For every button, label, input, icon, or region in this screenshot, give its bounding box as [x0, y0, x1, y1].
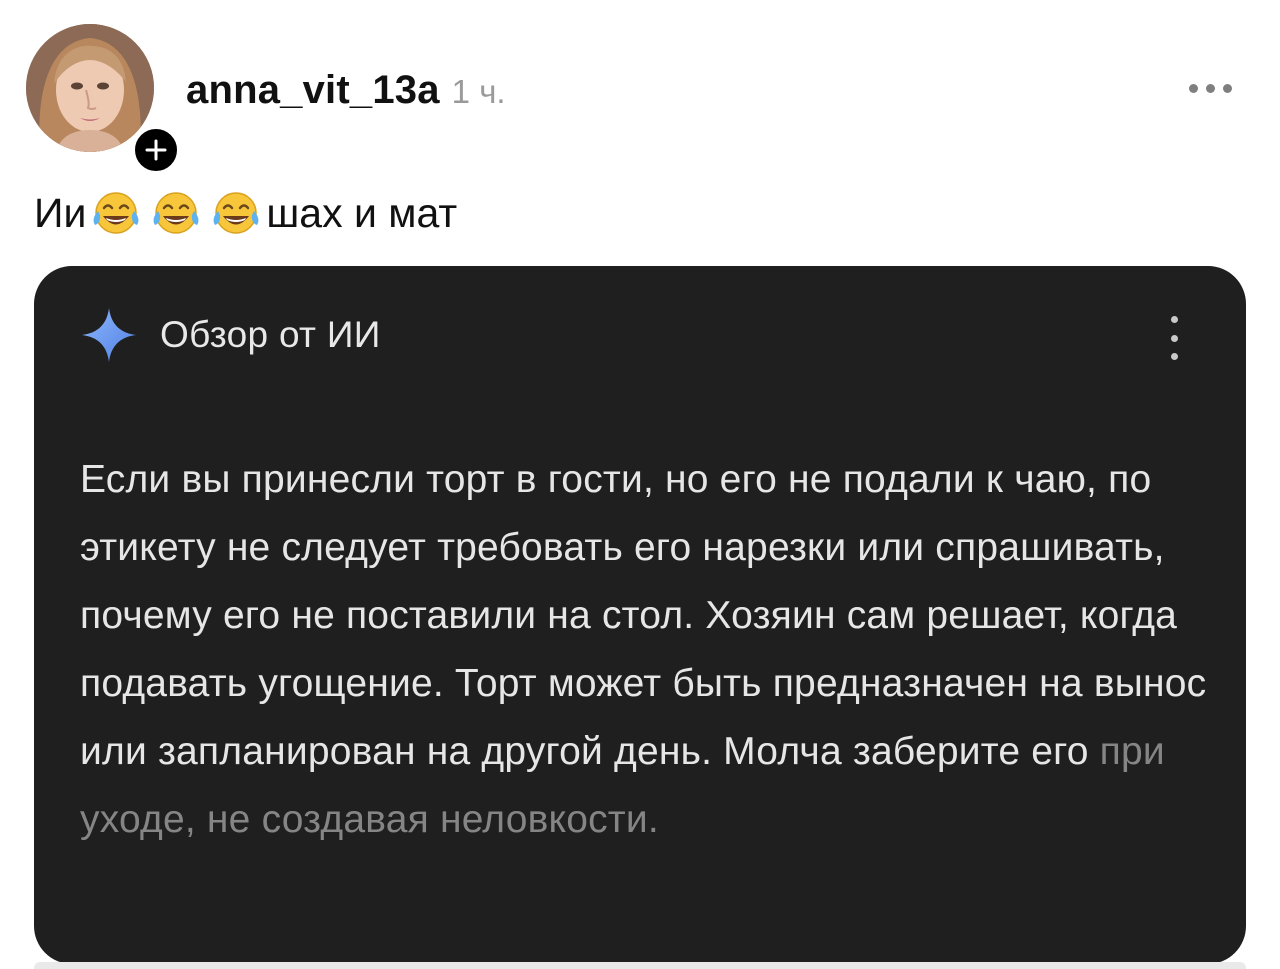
ai-overview-text-main: Если вы принесли торт в гости, но его не… — [80, 458, 1207, 773]
username-link[interactable]: anna_vit_13a — [186, 68, 440, 113]
caption-text-start: Ии — [34, 189, 87, 236]
next-card-edge — [34, 962, 1246, 969]
avatar-container[interactable] — [26, 24, 182, 176]
post-screen: anna_vit_13a 1 ч. Ии шах и мат Обзор от … — [0, 0, 1280, 969]
plus-icon — [145, 139, 167, 161]
ai-overview-text: Если вы принесли торт в гости, но его не… — [80, 446, 1210, 854]
more-horizontal-icon — [1188, 83, 1198, 93]
follow-button[interactable] — [130, 124, 182, 176]
sparkle-icon — [82, 308, 136, 362]
ai-overview-title: Обзор от ИИ — [160, 314, 381, 355]
tears-of-joy-emoji — [149, 189, 203, 237]
ai-overview-header: Обзор от ИИ — [80, 304, 381, 366]
post-header: anna_vit_13a 1 ч. — [186, 68, 506, 114]
caption-text-end: шах и мат — [266, 189, 458, 236]
more-horizontal-icon-dot — [1222, 83, 1232, 93]
tears-of-joy-emoji — [209, 189, 263, 237]
more-horizontal-icon-dot — [1205, 83, 1215, 93]
card-menu-button[interactable] — [1162, 316, 1186, 360]
more-options-button[interactable] — [1180, 76, 1240, 100]
ai-overview-card[interactable]: Обзор от ИИ Если вы принесли торт в гост… — [34, 266, 1246, 964]
tears-of-joy-emoji — [89, 189, 143, 237]
post-timestamp: 1 ч. — [451, 73, 506, 110]
more-vertical-icon — [1170, 316, 1178, 323]
more-vertical-icon-dot — [1170, 353, 1178, 360]
more-vertical-icon-dot — [1170, 334, 1178, 342]
post-caption: Ии шах и мат — [34, 186, 457, 240]
